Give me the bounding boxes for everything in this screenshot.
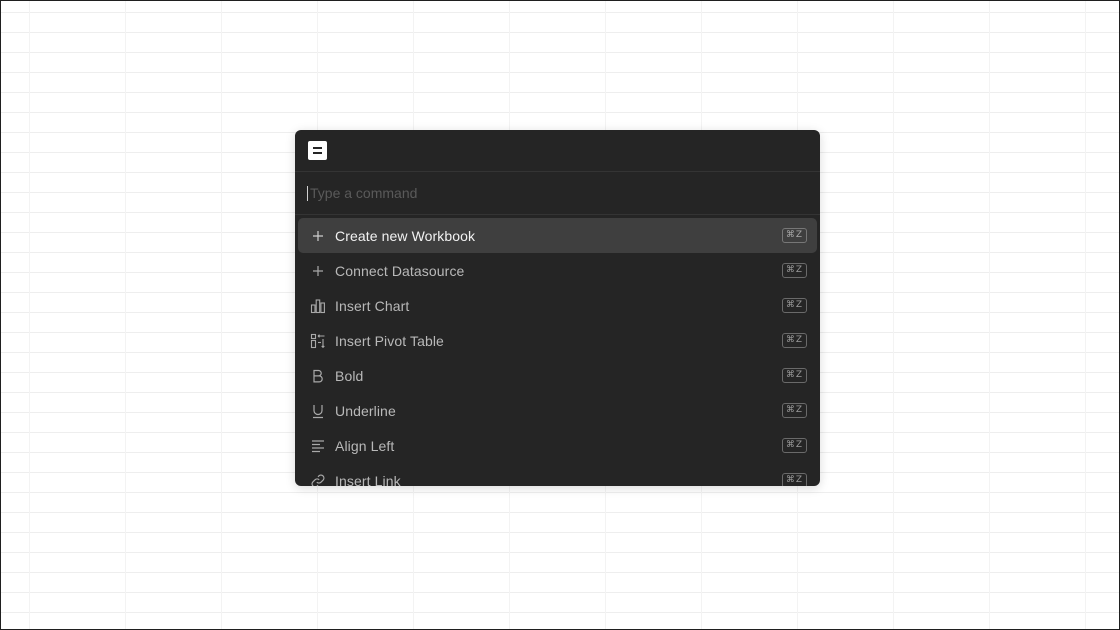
command-search-input[interactable] (310, 185, 790, 201)
command-align-left[interactable]: Align Left ⌘Z (298, 428, 817, 463)
text-caret (307, 185, 308, 201)
bar-chart-icon (309, 297, 327, 315)
shortcut-badge: ⌘Z (781, 473, 807, 486)
align-left-icon (309, 437, 327, 455)
search-row (295, 172, 820, 215)
command-label: Underline (335, 402, 396, 419)
command-palette: Create new Workbook ⌘Z Connect Datasourc… (295, 130, 820, 486)
command-label: Align Left (335, 437, 395, 454)
command-bold[interactable]: Bold ⌘Z (298, 358, 817, 393)
plus-icon (309, 227, 327, 245)
command-list: Create new Workbook ⌘Z Connect Datasourc… (295, 215, 820, 486)
command-insert-pivot-table[interactable]: Insert Pivot Table ⌘Z (298, 323, 817, 358)
command-label: Connect Datasource (335, 262, 465, 279)
command-label: Insert Pivot Table (335, 332, 444, 349)
shortcut-badge: ⌘Z (781, 263, 807, 278)
command-insert-chart[interactable]: Insert Chart ⌘Z (298, 288, 817, 323)
command-label: Insert Chart (335, 297, 410, 314)
shortcut-badge: ⌘Z (781, 228, 807, 243)
command-create-new-workbook[interactable]: Create new Workbook ⌘Z (298, 218, 817, 253)
palette-header (295, 130, 820, 172)
command-insert-link[interactable]: Insert Link ⌘Z (298, 463, 817, 486)
link-icon (309, 472, 327, 486)
command-label: Bold (335, 367, 364, 384)
command-underline[interactable]: Underline ⌘Z (298, 393, 817, 428)
shortcut-badge: ⌘Z (781, 333, 807, 348)
shortcut-badge: ⌘Z (781, 368, 807, 383)
command-connect-datasource[interactable]: Connect Datasource ⌘Z (298, 253, 817, 288)
pivot-table-icon (309, 332, 327, 350)
command-label: Create new Workbook (335, 227, 476, 244)
command-label: Insert Link (335, 472, 401, 487)
shortcut-badge: ⌘Z (781, 438, 807, 453)
shortcut-badge: ⌘Z (781, 403, 807, 418)
bold-icon (309, 367, 327, 385)
shortcut-badge: ⌘Z (781, 298, 807, 313)
app-logo-icon (308, 141, 327, 160)
plus-icon (309, 262, 327, 280)
underline-icon (309, 402, 327, 420)
